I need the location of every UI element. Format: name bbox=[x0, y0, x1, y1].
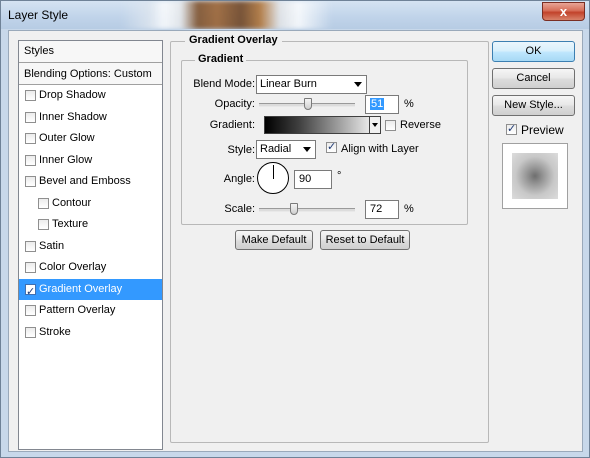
make-default-button[interactable]: Make Default bbox=[235, 230, 313, 250]
align-with-layer-label: Align with Layer bbox=[341, 143, 419, 155]
angle-unit: ° bbox=[337, 170, 342, 182]
satin-checkbox[interactable] bbox=[25, 240, 36, 252]
close-icon: x bbox=[559, 4, 568, 19]
blend-mode-label: Blend Mode: bbox=[193, 78, 255, 90]
styles-list: Styles Blending Options: Custom Drop Sha… bbox=[18, 40, 163, 450]
style-item-label: Color Overlay bbox=[39, 261, 107, 273]
style-item-label: Pattern Overlay bbox=[39, 304, 116, 316]
scale-input[interactable]: 72 bbox=[365, 200, 399, 219]
pattern-overlay-checkbox[interactable] bbox=[25, 305, 36, 316]
new-style-button[interactable]: New Style... bbox=[492, 95, 575, 116]
gradient-label: Gradient: bbox=[209, 119, 255, 131]
scale-slider-thumb[interactable] bbox=[289, 203, 298, 215]
style-item-inner-shadow[interactable]: Inner Shadow bbox=[19, 107, 162, 129]
gradient-picker[interactable] bbox=[264, 116, 380, 134]
angle-needle bbox=[273, 165, 274, 179]
style-item-pattern-overlay[interactable]: Pattern Overlay bbox=[19, 300, 162, 322]
style-item-label: Satin bbox=[39, 239, 65, 252]
blend-mode-select[interactable]: Linear Burn bbox=[256, 75, 367, 94]
background-blur bbox=[121, 1, 361, 29]
style-item-label: Texture bbox=[52, 218, 89, 230]
close-button[interactable]: x bbox=[542, 2, 585, 21]
layer-style-dialog: Layer Style x Styles Blending Options: C… bbox=[0, 0, 590, 458]
style-item-contour[interactable]: Contour bbox=[19, 193, 162, 215]
chevron-down-icon bbox=[354, 82, 362, 87]
style-item-satin[interactable]: Satin bbox=[19, 236, 162, 258]
texture-checkbox[interactable] bbox=[38, 219, 49, 230]
style-item-label: Bevel and Emboss bbox=[39, 175, 131, 187]
group-title: Gradient bbox=[195, 53, 247, 65]
reverse-checkbox[interactable] bbox=[385, 120, 396, 131]
style-item-color-overlay[interactable]: Color Overlay bbox=[19, 257, 162, 279]
color-overlay-checkbox[interactable] bbox=[25, 262, 36, 273]
reset-to-default-button[interactable]: Reset to Default bbox=[320, 230, 410, 250]
inner-shadow-checkbox[interactable] bbox=[25, 111, 36, 123]
reverse-label: Reverse bbox=[400, 119, 441, 131]
window-title: Layer Style bbox=[8, 8, 69, 22]
style-select[interactable]: Radial bbox=[256, 140, 316, 159]
opacity-unit: % bbox=[404, 98, 414, 110]
blend-mode-value: Linear Burn bbox=[260, 78, 317, 90]
style-item-bevel-and-emboss[interactable]: Bevel and Emboss bbox=[19, 171, 162, 193]
style-item-label: Gradient Overlay bbox=[39, 282, 123, 295]
angle-input[interactable]: 90 bbox=[294, 170, 332, 189]
scale-label: Scale: bbox=[224, 203, 255, 215]
angle-value: 90 bbox=[299, 173, 312, 185]
style-item-drop-shadow[interactable]: Drop Shadow bbox=[19, 85, 162, 107]
ok-button[interactable]: OK bbox=[492, 41, 575, 62]
panel-title: Gradient Overlay bbox=[185, 34, 282, 46]
chevron-down-icon bbox=[372, 123, 378, 127]
opacity-value: 51 bbox=[370, 98, 385, 110]
title-bar[interactable]: Layer Style x bbox=[1, 1, 589, 29]
style-item-label: Inner Glow bbox=[39, 153, 93, 166]
bevel-and-emboss-checkbox[interactable] bbox=[25, 176, 36, 187]
style-item-label: Inner Shadow bbox=[39, 110, 107, 123]
style-item-texture[interactable]: Texture bbox=[19, 214, 162, 236]
scale-unit: % bbox=[404, 203, 414, 215]
angle-dial[interactable] bbox=[257, 162, 289, 194]
gradient-dropdown[interactable] bbox=[369, 116, 381, 134]
align-with-layer-checkbox[interactable] bbox=[326, 140, 337, 153]
dialog-body: Styles Blending Options: Custom Drop Sha… bbox=[8, 30, 583, 452]
preview-checkbox[interactable] bbox=[506, 122, 517, 135]
opacity-input[interactable]: 51 bbox=[365, 95, 399, 114]
style-items: Drop Shadow Inner Shadow Outer Glow Inner G… bbox=[19, 85, 162, 343]
opacity-slider-thumb[interactable] bbox=[303, 98, 312, 110]
contour-checkbox[interactable] bbox=[38, 197, 49, 209]
gradient-overlay-checkbox[interactable] bbox=[25, 282, 36, 303]
style-item-gradient-overlay[interactable]: Gradient Overlay bbox=[19, 278, 162, 303]
preview-swatch bbox=[512, 153, 558, 199]
opacity-label: Opacity: bbox=[214, 98, 255, 110]
style-item-stroke[interactable]: Stroke bbox=[19, 322, 162, 344]
scale-slider-track[interactable] bbox=[259, 208, 355, 212]
inner-glow-checkbox[interactable] bbox=[25, 154, 36, 166]
style-label: Style: bbox=[227, 144, 255, 156]
style-item-outer-glow[interactable]: Outer Glow bbox=[19, 128, 162, 150]
scale-value: 72 bbox=[370, 203, 383, 215]
style-item-label: Drop Shadow bbox=[39, 89, 106, 101]
style-item-label: Outer Glow bbox=[39, 132, 95, 144]
chevron-down-icon bbox=[303, 147, 311, 152]
preview-thumbnail bbox=[502, 143, 568, 209]
stroke-checkbox[interactable] bbox=[25, 326, 36, 338]
style-value: Radial bbox=[260, 143, 292, 155]
style-item-label: Stroke bbox=[39, 325, 71, 338]
outer-glow-checkbox[interactable] bbox=[25, 133, 36, 144]
style-item-label: Contour bbox=[52, 196, 92, 209]
preview-label: Preview bbox=[521, 123, 564, 137]
style-item-inner-glow[interactable]: Inner Glow bbox=[19, 150, 162, 172]
cancel-button[interactable]: Cancel bbox=[492, 68, 575, 89]
styles-header[interactable]: Styles bbox=[19, 41, 162, 63]
drop-shadow-checkbox[interactable] bbox=[25, 90, 36, 101]
blending-options-item[interactable]: Blending Options: Custom bbox=[19, 63, 162, 85]
angle-label: Angle: bbox=[223, 173, 255, 185]
